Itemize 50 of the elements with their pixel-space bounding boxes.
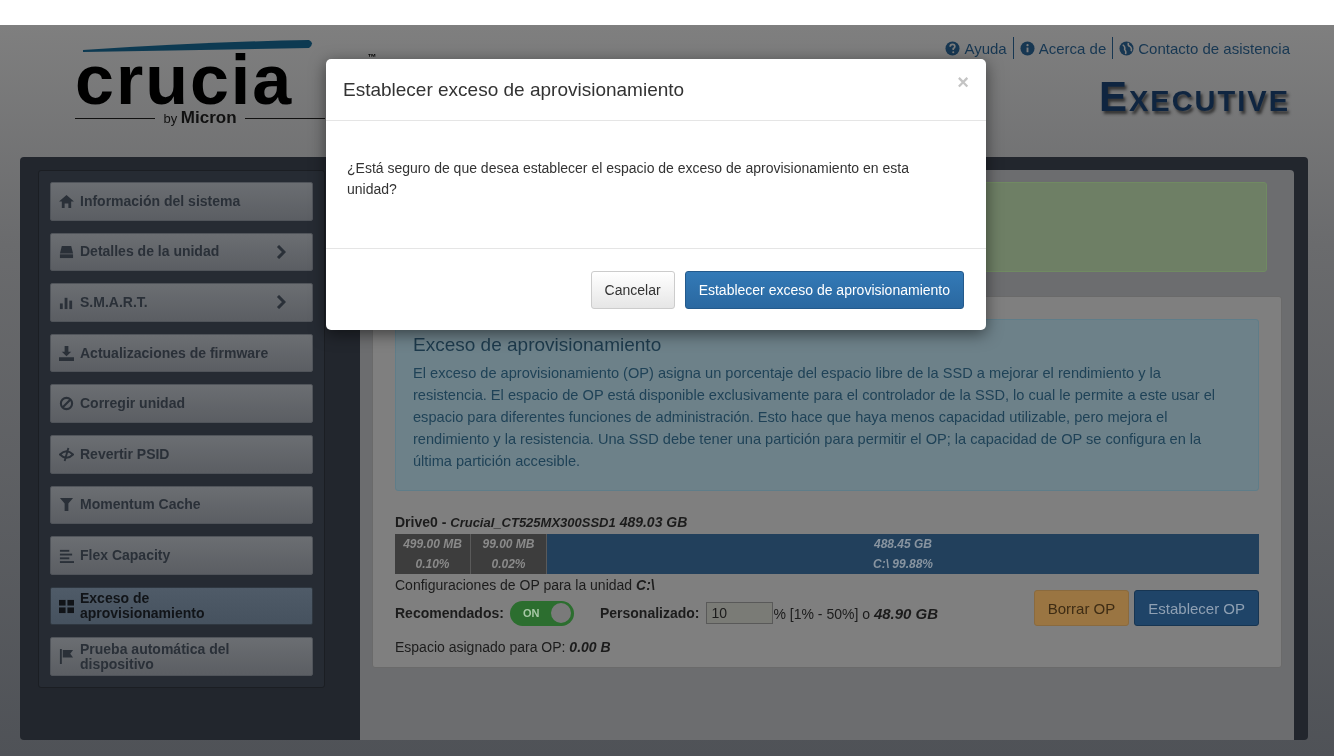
allocated-space-text: Espacio asignado para OP: 0.00 B	[395, 639, 612, 655]
set-op-button[interactable]: Establecer OP	[1134, 590, 1259, 626]
section-description: El exceso de aprovisionamiento (OP) asigna un porcentaje del espacio libre de la SSD a mejorar el rendimiento y la resistencia. El espacio de OP está disponible exclusivamente para el controlador de la SSD, lo cual le permite a este usar el espacio para diferentes funciones de administración. Esto hace que haya menos capacidad utilizable, pero mejora el rendimiento y la resistencia. Una SSD debe tener una partición para permitir el OP; la capacidad de OP se configura en la última partición accesible.	[413, 364, 1216, 471]
download-icon	[59, 345, 74, 361]
clear-op-button[interactable]: Borrar OP	[1033, 590, 1130, 626]
sidebar-item[interactable]: Actualizaciones de firmware	[50, 333, 313, 373]
logo-wordmark: crucia	[75, 54, 294, 106]
sidebar-item[interactable]: Detalles de la unidad	[50, 232, 313, 272]
sidebar-item[interactable]: S.M.A.R.T.	[50, 283, 313, 322]
help-icon	[945, 40, 961, 56]
sidebar-item[interactable]: Revertir PSID	[50, 434, 313, 474]
trademark-symbol: ™	[367, 52, 377, 62]
range-text: % [1% - 50%] o 48.90 GB	[773, 604, 939, 622]
bars-icon	[59, 295, 74, 310]
globe-icon	[1119, 40, 1135, 56]
info-icon	[1019, 40, 1035, 56]
close-button[interactable]: ×	[957, 71, 969, 94]
sidebar-item[interactable]: Momentum Cache	[50, 485, 313, 525]
logo-byline: by Micron	[163, 108, 237, 128]
partition-segment: 99.00 MB 0.02%	[471, 534, 547, 574]
product-title: Executive	[1098, 73, 1290, 121]
dialog-message: ¿Está seguro de que desea establecer el espacio de exceso de aprovisionamiento en esta unidad?	[347, 159, 910, 199]
eye-icon	[59, 446, 74, 462]
drive-label: Drive0 - Crucial_CT525MX300SSD1 489.03 GB	[395, 514, 689, 530]
dialog-title: Establecer exceso de aprovisionamiento	[343, 78, 685, 101]
filter-icon	[59, 497, 74, 513]
sidebar-item[interactable]: Prueba automática del dispositivo	[50, 637, 313, 676]
custom-label: Personalizado:	[599, 605, 700, 621]
percent-field[interactable]: 10	[705, 602, 773, 624]
recommended-label: Recomendados:	[395, 605, 504, 621]
header-link[interactable]: Contacto de asistencia	[1119, 39, 1290, 57]
lines-icon	[59, 547, 74, 563]
ban-icon	[59, 396, 74, 412]
grid-icon	[59, 598, 74, 614]
toggle-switch[interactable]: ON	[509, 600, 574, 626]
partition-segment: 499.00 MB 0.10%	[395, 534, 471, 574]
sidebar-item[interactable]: Exceso de aprovisionamiento	[50, 586, 313, 626]
logo-swoosh-icon	[83, 40, 315, 54]
op-settings-label: Configuraciones de OP para la unidad C:\	[395, 577, 656, 593]
sidebar-item[interactable]: Corregir unidad	[50, 384, 313, 423]
drive-icon	[59, 244, 74, 260]
cancel-button[interactable]: Cancelar	[590, 270, 675, 309]
home-icon	[59, 193, 74, 209]
flag-icon	[59, 649, 74, 665]
confirm-button[interactable]: Establecer exceso de aprovisionamiento	[684, 270, 964, 309]
header-link[interactable]: Ayuda	[945, 39, 1007, 57]
section-title: Exceso de aprovisionamiento	[413, 334, 663, 356]
sidebar-item[interactable]: Flex Capacity	[50, 536, 313, 575]
header-link[interactable]: Acerca de	[1019, 39, 1107, 57]
sidebar-item[interactable]: Información del sistema	[50, 182, 313, 221]
